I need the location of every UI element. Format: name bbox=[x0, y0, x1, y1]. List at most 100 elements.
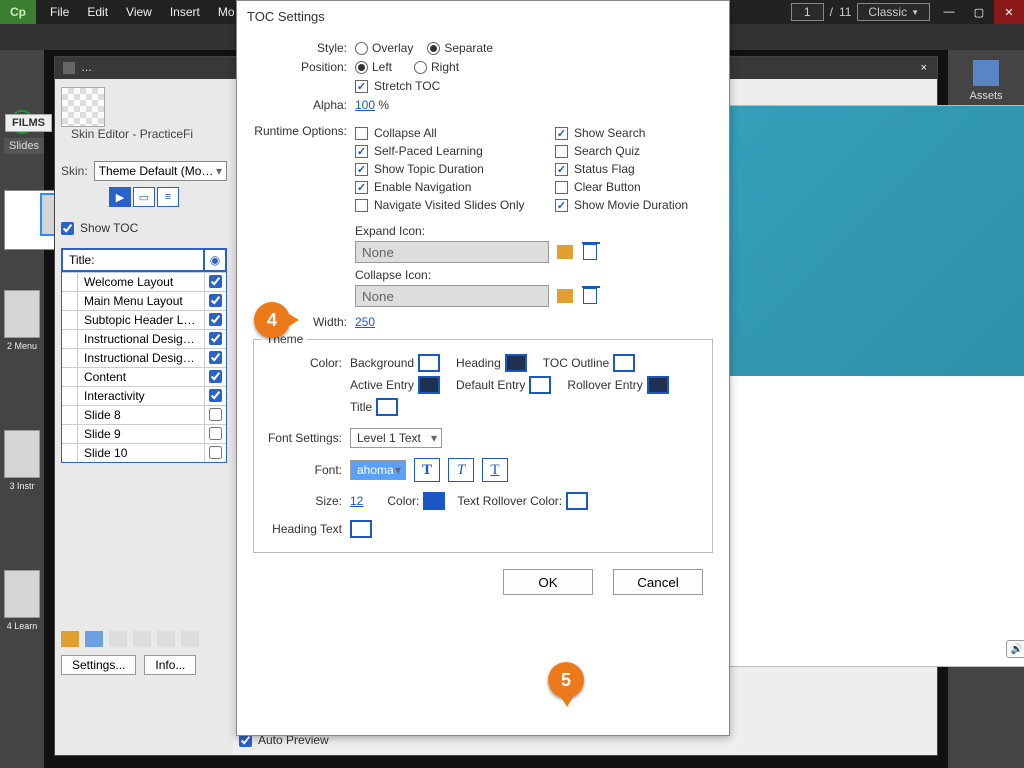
runtime-option[interactable]: Self-Paced Learning bbox=[355, 144, 531, 158]
runtime-option[interactable]: Status Flag bbox=[537, 162, 713, 176]
font-family-select[interactable]: ahoma bbox=[350, 460, 406, 480]
layout-dropdown[interactable]: Classic bbox=[857, 3, 930, 21]
move-left-icon[interactable] bbox=[109, 631, 127, 647]
runtime-option[interactable]: Search Quiz bbox=[537, 144, 713, 158]
reset-icon[interactable] bbox=[85, 631, 103, 647]
toc-row-visibility-checkbox[interactable] bbox=[204, 406, 226, 424]
show-toc-input[interactable] bbox=[61, 222, 74, 235]
toc-row[interactable]: Instructional Desig… bbox=[62, 348, 226, 367]
slide-thumb-2[interactable]: 2 Menu bbox=[4, 290, 40, 350]
rollover-entry-swatch[interactable] bbox=[647, 376, 669, 394]
style-overlay-radio[interactable] bbox=[355, 42, 368, 55]
runtime-option[interactable]: Collapse All bbox=[355, 126, 531, 140]
runtime-option[interactable]: Clear Button bbox=[537, 180, 713, 194]
filmstrip-tab[interactable]: FILMS bbox=[5, 114, 52, 132]
default-entry-swatch[interactable] bbox=[529, 376, 551, 394]
menu-view[interactable]: View bbox=[118, 3, 160, 21]
runtime-option-checkbox[interactable] bbox=[555, 181, 568, 194]
toc-row-visibility-checkbox[interactable] bbox=[204, 444, 226, 462]
text-rollover-color-swatch[interactable] bbox=[566, 492, 588, 510]
move-up-icon[interactable] bbox=[157, 631, 175, 647]
runtime-option-checkbox[interactable] bbox=[555, 127, 568, 140]
toc-row-visibility-checkbox[interactable] bbox=[204, 368, 226, 386]
close-button[interactable]: ✕ bbox=[994, 0, 1024, 24]
toc-row[interactable]: Welcome Layout bbox=[62, 272, 226, 291]
expand-icon-delete-icon[interactable] bbox=[583, 244, 597, 260]
menu-edit[interactable]: Edit bbox=[79, 3, 116, 21]
active-entry-swatch[interactable] bbox=[418, 376, 440, 394]
toc-row[interactable]: Subtopic Header L… bbox=[62, 310, 226, 329]
toc-row-visibility-checkbox[interactable] bbox=[204, 311, 226, 329]
borders-tab-icon[interactable]: ▭ bbox=[133, 187, 155, 207]
width-value[interactable]: 250 bbox=[355, 315, 375, 329]
runtime-option-checkbox[interactable] bbox=[355, 199, 368, 212]
runtime-option-checkbox[interactable] bbox=[355, 181, 368, 194]
toc-row[interactable]: Interactivity bbox=[62, 386, 226, 405]
collapse-icon-input[interactable] bbox=[355, 285, 549, 307]
move-right-icon[interactable] bbox=[133, 631, 151, 647]
toc-row[interactable]: Slide 10 bbox=[62, 443, 226, 462]
toc-row[interactable]: Main Menu Layout bbox=[62, 291, 226, 310]
show-toc-checkbox[interactable]: Show TOC bbox=[61, 221, 138, 235]
toc-row-visibility-checkbox[interactable] bbox=[204, 292, 226, 310]
heading-color-swatch[interactable] bbox=[505, 354, 527, 372]
expand-icon-input[interactable] bbox=[355, 241, 549, 263]
runtime-option-checkbox[interactable] bbox=[555, 145, 568, 158]
style-separate-radio[interactable] bbox=[427, 42, 440, 55]
runtime-option[interactable]: Navigate Visited Slides Only bbox=[355, 198, 531, 212]
runtime-option-checkbox[interactable] bbox=[355, 163, 368, 176]
outline-color-swatch[interactable] bbox=[613, 354, 635, 372]
heading-text-swatch[interactable] bbox=[350, 520, 372, 538]
toc-row[interactable]: Content bbox=[62, 367, 226, 386]
toc-row-visibility-checkbox[interactable] bbox=[204, 387, 226, 405]
runtime-option[interactable]: Show Topic Duration bbox=[355, 162, 531, 176]
skin-select[interactable]: Theme Default (Mo… bbox=[94, 161, 227, 181]
folder-icon[interactable] bbox=[61, 631, 79, 647]
toc-row-visibility-checkbox[interactable] bbox=[204, 425, 226, 443]
alpha-value[interactable]: 100 bbox=[355, 98, 375, 112]
text-color-swatch[interactable] bbox=[423, 492, 445, 510]
cancel-button[interactable]: Cancel bbox=[613, 569, 703, 595]
runtime-option-checkbox[interactable] bbox=[555, 163, 568, 176]
ok-button[interactable]: OK bbox=[503, 569, 593, 595]
toc-row-visibility-checkbox[interactable] bbox=[204, 330, 226, 348]
slide-thumb-3[interactable]: 3 Instr bbox=[4, 430, 40, 490]
runtime-option[interactable]: Show Search bbox=[537, 126, 713, 140]
italic-button[interactable]: T bbox=[448, 458, 474, 482]
toc-row-visibility-checkbox[interactable] bbox=[204, 273, 226, 291]
playback-tab-icon[interactable]: ▶ bbox=[109, 187, 131, 207]
position-right-radio[interactable] bbox=[414, 61, 427, 74]
title-color-swatch[interactable] bbox=[376, 398, 398, 416]
runtime-option-checkbox[interactable] bbox=[555, 199, 568, 212]
slide-thumb-4[interactable]: 4 Learn bbox=[4, 570, 40, 630]
expand-icon-browse-icon[interactable] bbox=[557, 245, 573, 259]
toc-tab-icon[interactable]: ≡ bbox=[157, 187, 179, 207]
collapse-icon-browse-icon[interactable] bbox=[557, 289, 573, 303]
page-current[interactable]: 1 bbox=[791, 3, 824, 21]
maximize-button[interactable]: ▢ bbox=[964, 0, 994, 24]
move-down-icon[interactable] bbox=[181, 631, 199, 647]
bold-button[interactable]: T bbox=[414, 458, 440, 482]
font-level-select[interactable]: Level 1 Text bbox=[350, 428, 442, 448]
runtime-option[interactable]: Enable Navigation bbox=[355, 180, 531, 194]
background-color-swatch[interactable] bbox=[418, 354, 440, 372]
toc-row[interactable]: Instructional Desig… bbox=[62, 329, 226, 348]
collapse-icon-delete-icon[interactable] bbox=[583, 288, 597, 304]
menu-insert[interactable]: Insert bbox=[162, 3, 208, 21]
toc-row-visibility-checkbox[interactable] bbox=[204, 349, 226, 367]
runtime-option-checkbox[interactable] bbox=[355, 145, 368, 158]
preview-audio-icon[interactable]: 🔊 bbox=[1006, 640, 1024, 658]
toc-row[interactable]: Slide 9 bbox=[62, 424, 226, 443]
underline-button[interactable]: T bbox=[482, 458, 508, 482]
toc-info-button[interactable]: Info... bbox=[144, 655, 196, 675]
menu-file[interactable]: File bbox=[42, 3, 77, 21]
toc-settings-button[interactable]: Settings... bbox=[61, 655, 136, 675]
size-value[interactable]: 12 bbox=[350, 494, 363, 508]
toc-row[interactable]: Slide 8 bbox=[62, 405, 226, 424]
skin-editor-close-button[interactable]: × bbox=[911, 62, 937, 74]
runtime-option-checkbox[interactable] bbox=[355, 127, 368, 140]
position-left-radio[interactable] bbox=[355, 61, 368, 74]
stretch-toc-checkbox[interactable] bbox=[355, 80, 368, 93]
runtime-option[interactable]: Show Movie Duration bbox=[537, 198, 713, 212]
assets-icon[interactable] bbox=[973, 60, 999, 86]
